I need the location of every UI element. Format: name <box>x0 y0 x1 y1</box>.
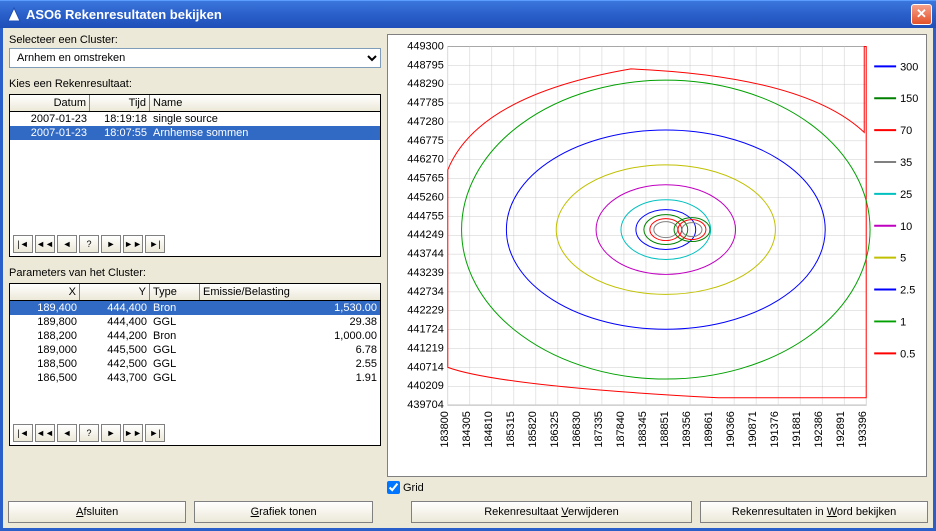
nav-next[interactable]: ► <box>101 424 121 442</box>
svg-text:188851: 188851 <box>659 411 671 448</box>
svg-text:190366: 190366 <box>725 411 737 448</box>
table-row[interactable]: 2007-01-2318:07:55Arnhemse sommen <box>10 126 380 140</box>
svg-text:187335: 187335 <box>593 411 605 448</box>
svg-text:35: 35 <box>900 157 912 169</box>
svg-text:25: 25 <box>900 189 912 201</box>
params-nav-bar: |◄ ◄◄ ◄ ? ► ►► ►| <box>10 421 380 445</box>
svg-text:443239: 443239 <box>407 267 444 279</box>
svg-text:10: 10 <box>900 221 912 233</box>
nav-last[interactable]: ►| <box>145 235 165 253</box>
window-title: ASO6 Rekenresultaten bekijken <box>26 7 911 22</box>
svg-text:186830: 186830 <box>571 411 583 448</box>
svg-text:184810: 184810 <box>483 411 495 448</box>
nav-next[interactable]: ► <box>101 235 121 253</box>
contour-chart: 439704 440209 440714 441219 441724 442229 4427… <box>387 34 927 477</box>
svg-text:440714: 440714 <box>407 361 444 373</box>
svg-text:192891: 192891 <box>835 411 847 448</box>
svg-text:442229: 442229 <box>407 305 444 317</box>
afsluiten-button[interactable]: Afsluiten <box>8 501 186 523</box>
nav-first[interactable]: |◄ <box>13 424 33 442</box>
svg-text:185820: 185820 <box>527 411 539 448</box>
results-grid[interactable]: Datum Tijd Name 2007-01-2318:19:18single… <box>9 94 381 257</box>
svg-text:447280: 447280 <box>407 116 444 128</box>
nav-last[interactable]: ►| <box>145 424 165 442</box>
svg-text:439704: 439704 <box>407 399 444 411</box>
params-grid[interactable]: X Y Type Emissie/Belasting 189,400444,40… <box>9 283 381 446</box>
svg-text:448795: 448795 <box>407 59 444 71</box>
table-row[interactable]: 188,200444,200Bron1,000.00 <box>10 329 380 343</box>
svg-text:184305: 184305 <box>461 411 473 448</box>
close-button[interactable]: ✕ <box>911 4 932 25</box>
chart-svg: 439704 440209 440714 441219 441724 442229 4427… <box>388 35 926 476</box>
results-nav-bar: |◄ ◄◄ ◄ ? ► ►► ►| <box>10 232 380 256</box>
svg-text:447785: 447785 <box>407 97 444 109</box>
svg-text:70: 70 <box>900 125 912 137</box>
svg-text:442734: 442734 <box>407 286 444 298</box>
svg-text:448290: 448290 <box>407 78 444 90</box>
svg-text:192386: 192386 <box>813 411 825 448</box>
svg-text:444755: 444755 <box>407 210 444 222</box>
nav-prev-page[interactable]: ◄◄ <box>35 424 55 442</box>
svg-text:441724: 441724 <box>407 324 444 336</box>
svg-text:187840: 187840 <box>615 411 627 448</box>
table-row[interactable]: 186,500443,700GGL1.91 <box>10 371 380 385</box>
select-cluster-label: Selecteer een Cluster: <box>9 34 381 46</box>
results-grid-header: Datum Tijd Name <box>10 95 380 112</box>
grafiek-tonen-button[interactable]: Grafiek tonen <box>194 501 372 523</box>
svg-text:449300: 449300 <box>407 40 444 52</box>
svg-text:2.5: 2.5 <box>900 285 915 297</box>
nav-next-page[interactable]: ►► <box>123 424 143 442</box>
svg-text:300: 300 <box>900 61 918 73</box>
kies-resultaat-label: Kies een Rekenresultaat: <box>9 78 381 90</box>
svg-text:446270: 446270 <box>407 154 444 166</box>
verwijderen-button[interactable]: Rekenresultaat Verwijderen <box>411 501 692 523</box>
params-grid-header: X Y Type Emissie/Belasting <box>10 284 380 301</box>
svg-text:444249: 444249 <box>407 229 444 241</box>
svg-text:150: 150 <box>900 93 918 105</box>
svg-text:188345: 188345 <box>637 411 649 448</box>
table-row[interactable]: 189,000445,500GGL6.78 <box>10 343 380 357</box>
svg-text:189356: 189356 <box>681 411 693 448</box>
titlebar: ASO6 Rekenresultaten bekijken ✕ <box>0 0 936 28</box>
svg-text:183800: 183800 <box>439 411 451 448</box>
nav-prev[interactable]: ◄ <box>57 424 77 442</box>
svg-text:190871: 190871 <box>747 411 759 448</box>
word-bekijken-button[interactable]: Rekenresultaten in Word bekijken <box>700 501 928 523</box>
nav-first[interactable]: |◄ <box>13 235 33 253</box>
svg-text:0.5: 0.5 <box>900 348 915 360</box>
params-cluster-label: Parameters van het Cluster: <box>9 267 381 279</box>
svg-text:193396: 193396 <box>857 411 869 448</box>
nav-next-page[interactable]: ►► <box>123 235 143 253</box>
svg-text:445260: 445260 <box>407 191 444 203</box>
app-icon <box>6 7 22 23</box>
cluster-dropdown[interactable]: Arnhem en omstreken <box>9 48 381 68</box>
svg-text:189861: 189861 <box>703 411 715 448</box>
svg-text:191376: 191376 <box>769 411 781 448</box>
svg-text:1: 1 <box>900 316 906 328</box>
svg-text:186325: 186325 <box>549 411 561 448</box>
svg-text:185315: 185315 <box>505 411 517 448</box>
nav-q[interactable]: ? <box>79 235 99 253</box>
svg-text:5: 5 <box>900 253 906 265</box>
svg-text:440209: 440209 <box>407 380 444 392</box>
svg-text:446775: 446775 <box>407 135 444 147</box>
nav-q[interactable]: ? <box>79 424 99 442</box>
table-row[interactable]: 189,800444,400GGL29.38 <box>10 315 380 329</box>
svg-text:445765: 445765 <box>407 173 444 185</box>
svg-text:443744: 443744 <box>407 248 444 260</box>
table-row[interactable]: 2007-01-2318:19:18single source <box>10 112 380 126</box>
table-row[interactable]: 188,500442,500GGL2.55 <box>10 357 380 371</box>
nav-prev-page[interactable]: ◄◄ <box>35 235 55 253</box>
nav-prev[interactable]: ◄ <box>57 235 77 253</box>
svg-text:191881: 191881 <box>791 411 803 448</box>
grid-checkbox-label[interactable]: Grid <box>387 481 927 494</box>
table-row[interactable]: 189,400444,400Bron1,530.00 <box>10 301 380 315</box>
svg-text:441219: 441219 <box>407 342 444 354</box>
grid-checkbox[interactable] <box>387 481 400 494</box>
